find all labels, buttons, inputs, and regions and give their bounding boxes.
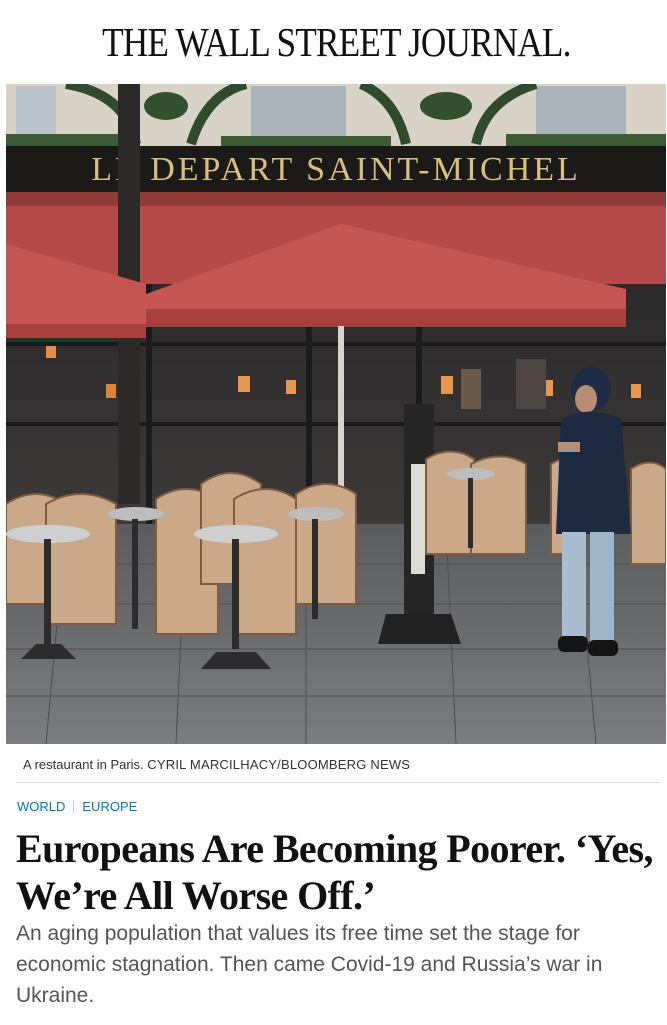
masthead[interactable]: THE WALL STREET JOURNAL. <box>6 0 666 84</box>
breadcrumb-separator <box>73 800 75 813</box>
restaurant-sign: LE DEPART SAINT-MICHEL <box>91 151 581 188</box>
photo-caption: A restaurant in Paris. CYRIL MARCILHACY/… <box>23 757 410 772</box>
article-headline[interactable]: Europeans Are Becoming Poorer. ‘Yes, We’… <box>16 825 656 919</box>
article-card: THE WALL STREET JOURNAL. LE DEPART SAINT… <box>6 0 666 1025</box>
breadcrumb-world[interactable]: WORLD <box>17 799 65 814</box>
breadcrumb: WORLD EUROPE <box>17 799 137 814</box>
hero-photo[interactable]: LE DEPART SAINT-MICHEL <box>6 84 666 744</box>
article-summary: An aging population that values its free… <box>16 922 603 1007</box>
caption-text: A restaurant in Paris. <box>23 757 144 772</box>
divider <box>17 782 661 783</box>
photo-credit: CYRIL MARCILHACY/BLOOMBERG NEWS <box>147 757 411 772</box>
wsj-logo[interactable]: THE WALL STREET JOURNAL. <box>102 18 571 66</box>
breadcrumb-europe[interactable]: EUROPE <box>82 799 137 814</box>
